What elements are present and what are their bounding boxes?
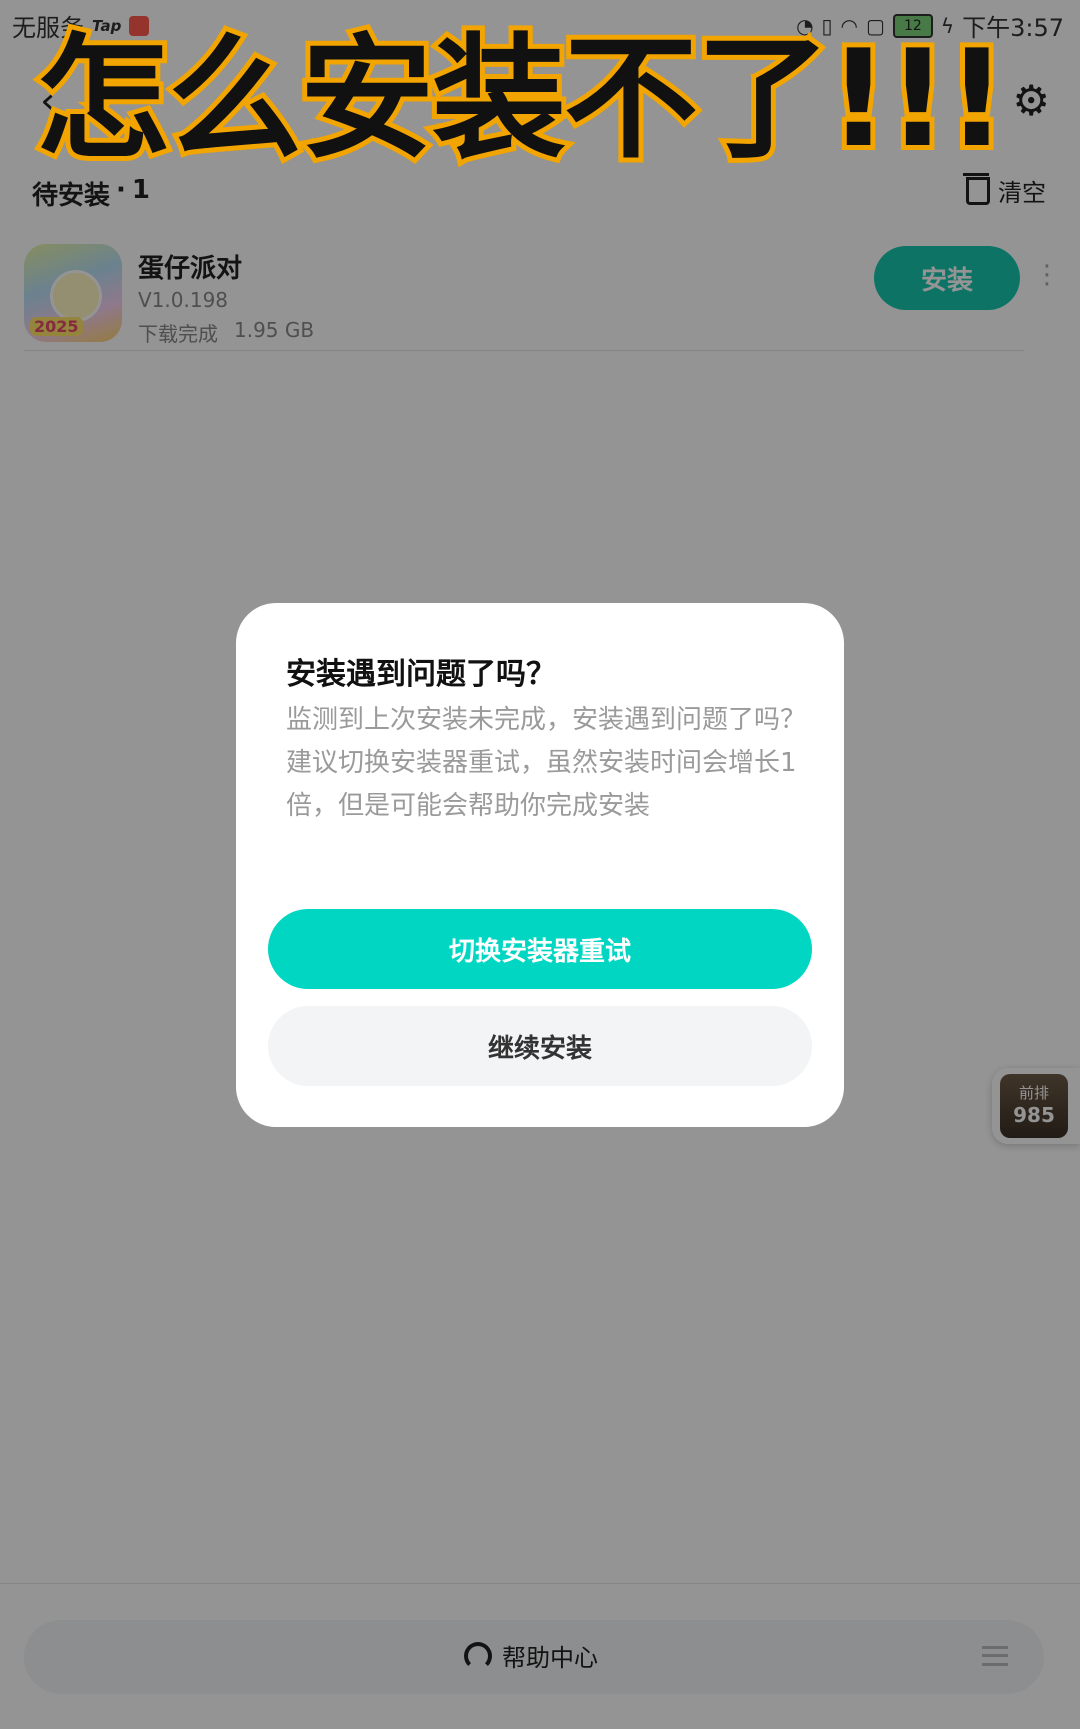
dialog-body: 监测到上次安装未完成，安装遇到问题了吗？ 建议切换安装器重试，虽然安装时间会增长… <box>286 699 806 828</box>
switch-installer-retry-button[interactable]: 切换安装器重试 <box>268 909 812 989</box>
dialog-message-2: 建议切换安装器重试，虽然安装时间会增长1倍，但是可能会帮助你完成安装 <box>286 748 797 821</box>
app-screen: 无服务 Tap ◔ ▯ ◠ ▢ 12 ϟ 下午3:57 ‹ ⚙ 待安装 · 1 … <box>0 0 1080 1729</box>
caption-overlay: 怎么安装不了!!! <box>31 20 1012 178</box>
dialog-message-1: 监测到上次安装未完成，安装遇到问题了吗？ <box>286 705 807 735</box>
install-problem-dialog: 安装遇到问题了吗？ 监测到上次安装未完成，安装遇到问题了吗？ 建议切换安装器重试… <box>236 603 844 1127</box>
dialog-title: 安装遇到问题了吗？ <box>286 657 556 692</box>
continue-install-button[interactable]: 继续安装 <box>268 1006 812 1086</box>
